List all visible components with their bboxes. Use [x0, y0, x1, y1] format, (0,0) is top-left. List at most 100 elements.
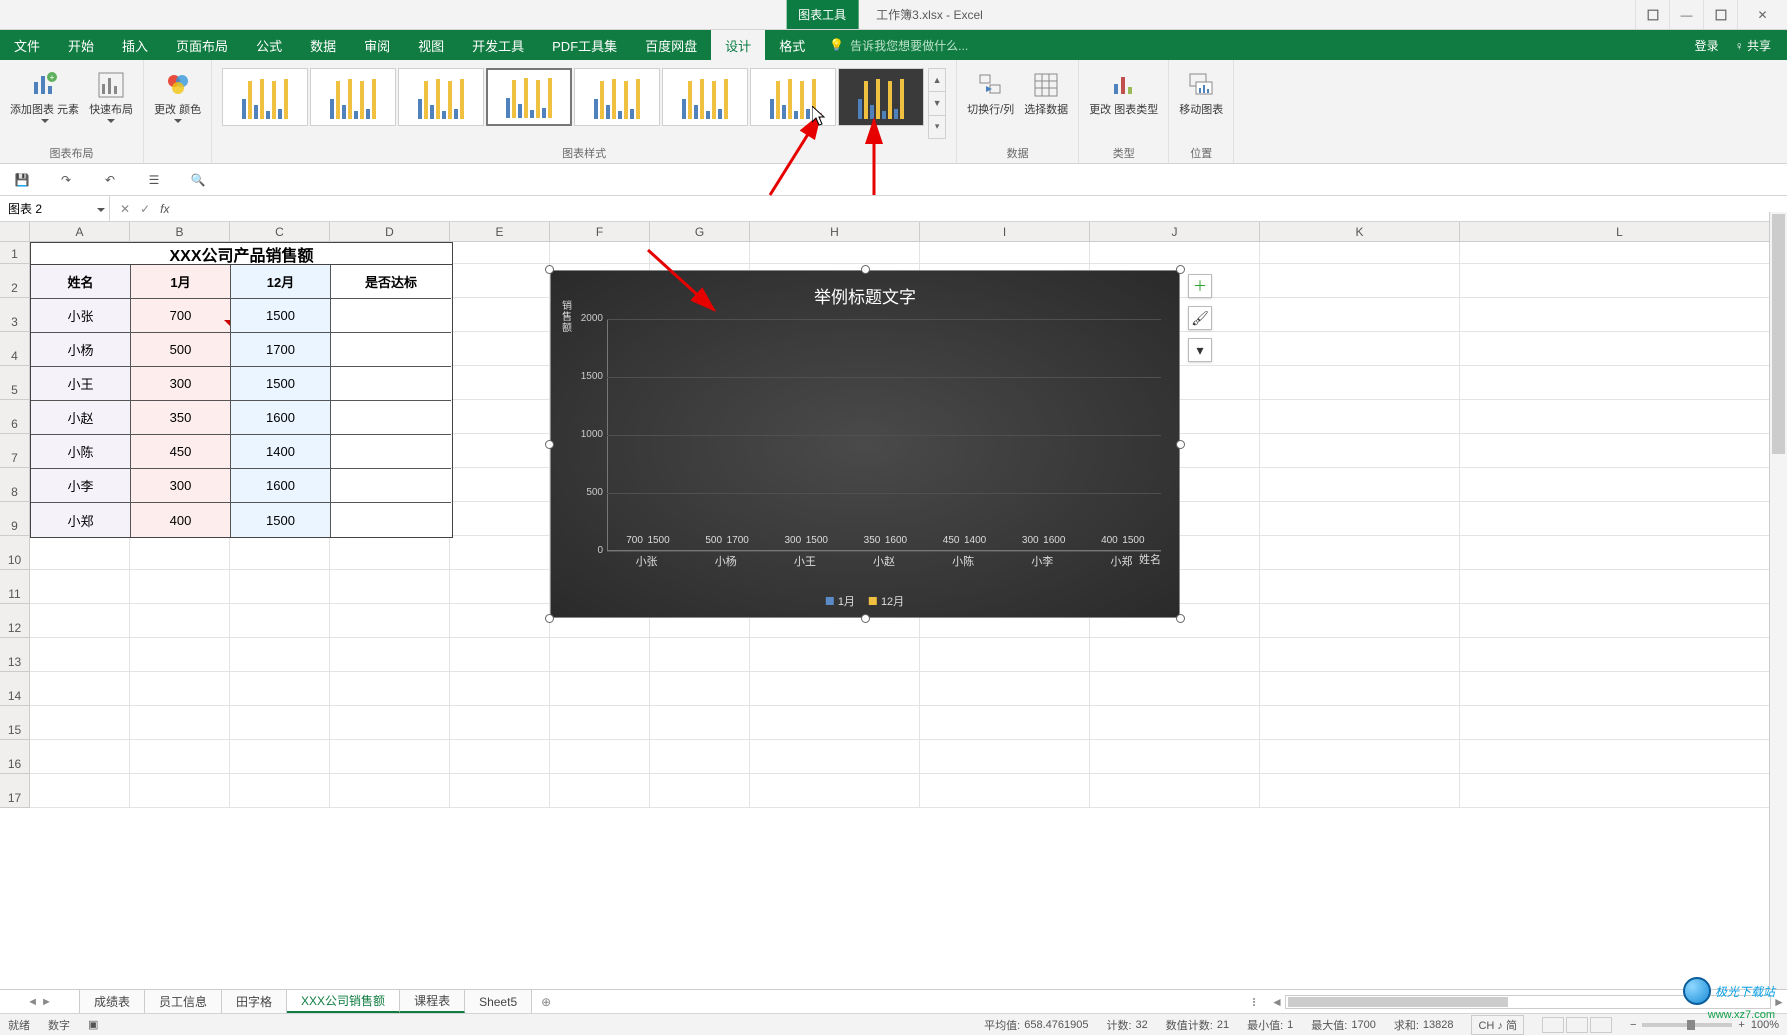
name-box[interactable]: 图表 2	[0, 196, 110, 221]
chart-title[interactable]: 举例标题文字	[814, 283, 916, 308]
change-colors-button[interactable]: 更改 颜色	[150, 64, 205, 147]
chart-elements-button[interactable]: ＋	[1188, 274, 1212, 298]
table-cell[interactable]	[331, 367, 451, 401]
table-cell[interactable]: 1600	[231, 401, 331, 435]
row-header[interactable]: 2	[0, 264, 30, 298]
row-header[interactable]: 6	[0, 400, 30, 434]
table-cell[interactable]: 1500	[231, 503, 331, 537]
tell-me-search[interactable]: 💡 告诉我您想要做什么...	[829, 30, 968, 60]
print-preview-button[interactable]: 🔍	[190, 172, 206, 188]
move-chart-button[interactable]: 移动图表	[1175, 64, 1227, 143]
row-header[interactable]: 7	[0, 434, 30, 468]
tab-review[interactable]: 审阅	[350, 30, 404, 60]
login-link[interactable]: 登录	[1689, 37, 1725, 54]
close-button[interactable]: ✕	[1737, 0, 1787, 29]
column-header[interactable]: L	[1460, 222, 1780, 241]
add-chart-element-button[interactable]: + 添加图表 元素	[6, 64, 83, 143]
table-cell[interactable]: 小李	[31, 469, 131, 503]
tab-design[interactable]: 设计	[711, 30, 765, 60]
row-header[interactable]: 12	[0, 604, 30, 638]
switch-row-column-button[interactable]: 切换行/列	[963, 64, 1018, 143]
scroll-left-button[interactable]: ◄	[1269, 995, 1285, 1009]
table-cell[interactable]: 小郑	[31, 503, 131, 537]
tab-file[interactable]: 文件	[0, 30, 54, 60]
row-header[interactable]: 17	[0, 774, 30, 808]
scrollbar-thumb[interactable]	[1288, 997, 1508, 1007]
sheet-nav-buttons[interactable]: ◄ ►	[0, 990, 80, 1013]
resize-handle[interactable]	[545, 440, 554, 449]
column-header[interactable]: A	[30, 222, 130, 241]
table-cell[interactable]: 小王	[31, 367, 131, 401]
share-button[interactable]: ♀ 共享	[1729, 37, 1777, 54]
table-cell[interactable]: 450	[131, 435, 231, 469]
select-data-button[interactable]: 选择数据	[1020, 64, 1072, 143]
table-cell[interactable]: 500	[131, 333, 231, 367]
column-header[interactable]: K	[1260, 222, 1460, 241]
chart-style-5[interactable]	[574, 68, 660, 126]
table-cell[interactable]: 1700	[231, 333, 331, 367]
tab-developer[interactable]: 开发工具	[458, 30, 538, 60]
resize-handle[interactable]	[545, 265, 554, 274]
row-header[interactable]: 3	[0, 298, 30, 332]
chart-styles-button[interactable]: 🖌	[1188, 306, 1212, 330]
enter-icon[interactable]: ✓	[140, 202, 150, 216]
table-cell[interactable]: 1500	[231, 367, 331, 401]
tab-split-handle[interactable]	[1253, 998, 1263, 1006]
scrollbar-thumb[interactable]	[1772, 214, 1785, 454]
undo-button[interactable]: ↶	[102, 172, 118, 188]
table-cell[interactable]: 小赵	[31, 401, 131, 435]
resize-handle[interactable]	[1176, 265, 1185, 274]
table-cell[interactable]: 300	[131, 367, 231, 401]
change-chart-type-button[interactable]: 更改 图表类型	[1085, 64, 1162, 143]
tab-format[interactable]: 格式	[765, 30, 819, 60]
ribbon-display-options-button[interactable]	[1635, 0, 1669, 29]
column-header[interactable]: J	[1090, 222, 1260, 241]
table-cell[interactable]: 350	[131, 401, 231, 435]
row-header[interactable]: 5	[0, 366, 30, 400]
formula-input[interactable]	[179, 196, 1787, 221]
zoom-out-button[interactable]: −	[1630, 1019, 1636, 1031]
maximize-button[interactable]	[1703, 0, 1737, 29]
table-cell[interactable]	[331, 401, 451, 435]
chart-style-1[interactable]	[222, 68, 308, 126]
column-header[interactable]: C	[230, 222, 330, 241]
row-header[interactable]: 9	[0, 502, 30, 536]
column-header[interactable]: F	[550, 222, 650, 241]
row-header[interactable]: 16	[0, 740, 30, 774]
minimize-button[interactable]: —	[1669, 0, 1703, 29]
chart-legend[interactable]: 1月 12月	[826, 593, 904, 609]
column-header[interactable]: B	[130, 222, 230, 241]
zoom-slider[interactable]	[1642, 1023, 1732, 1027]
sheet-tab[interactable]: Sheet5	[465, 990, 532, 1013]
row-header[interactable]: 4	[0, 332, 30, 366]
column-header[interactable]: I	[920, 222, 1090, 241]
resize-handle[interactable]	[861, 614, 870, 623]
table-cell[interactable]: 1400	[231, 435, 331, 469]
macro-record-icon[interactable]: ▣	[88, 1018, 98, 1031]
save-button[interactable]: 💾	[14, 172, 30, 188]
quick-layout-button[interactable]: 快速布局	[85, 64, 137, 143]
table-cell[interactable]: 400	[131, 503, 231, 537]
redo-button[interactable]: ↷	[58, 172, 74, 188]
resize-handle[interactable]	[545, 614, 554, 623]
column-header[interactable]: H	[750, 222, 920, 241]
resize-handle[interactable]	[861, 265, 870, 274]
page-break-view-button[interactable]	[1590, 1017, 1612, 1033]
table-cell[interactable]: 300	[131, 469, 231, 503]
chart-style-6[interactable]	[662, 68, 748, 126]
chart-style-4[interactable]	[486, 68, 572, 126]
row-header[interactable]: 8	[0, 468, 30, 502]
table-cell[interactable]: 700	[131, 299, 231, 333]
row-header[interactable]: 11	[0, 570, 30, 604]
tab-home[interactable]: 开始	[54, 30, 108, 60]
chart-style-2[interactable]	[310, 68, 396, 126]
gallery-expand-button[interactable]: ▾	[929, 116, 945, 138]
row-header[interactable]: 14	[0, 672, 30, 706]
select-all-corner[interactable]	[0, 222, 30, 241]
tab-data[interactable]: 数据	[296, 30, 350, 60]
vertical-scrollbar[interactable]	[1769, 212, 1787, 989]
sheet-tab[interactable]: 成绩表	[80, 990, 145, 1013]
chart-style-8-dark[interactable]	[838, 68, 924, 126]
ime-indicator[interactable]: CH ♪ 简	[1471, 1015, 1524, 1035]
table-cell[interactable]	[331, 333, 451, 367]
